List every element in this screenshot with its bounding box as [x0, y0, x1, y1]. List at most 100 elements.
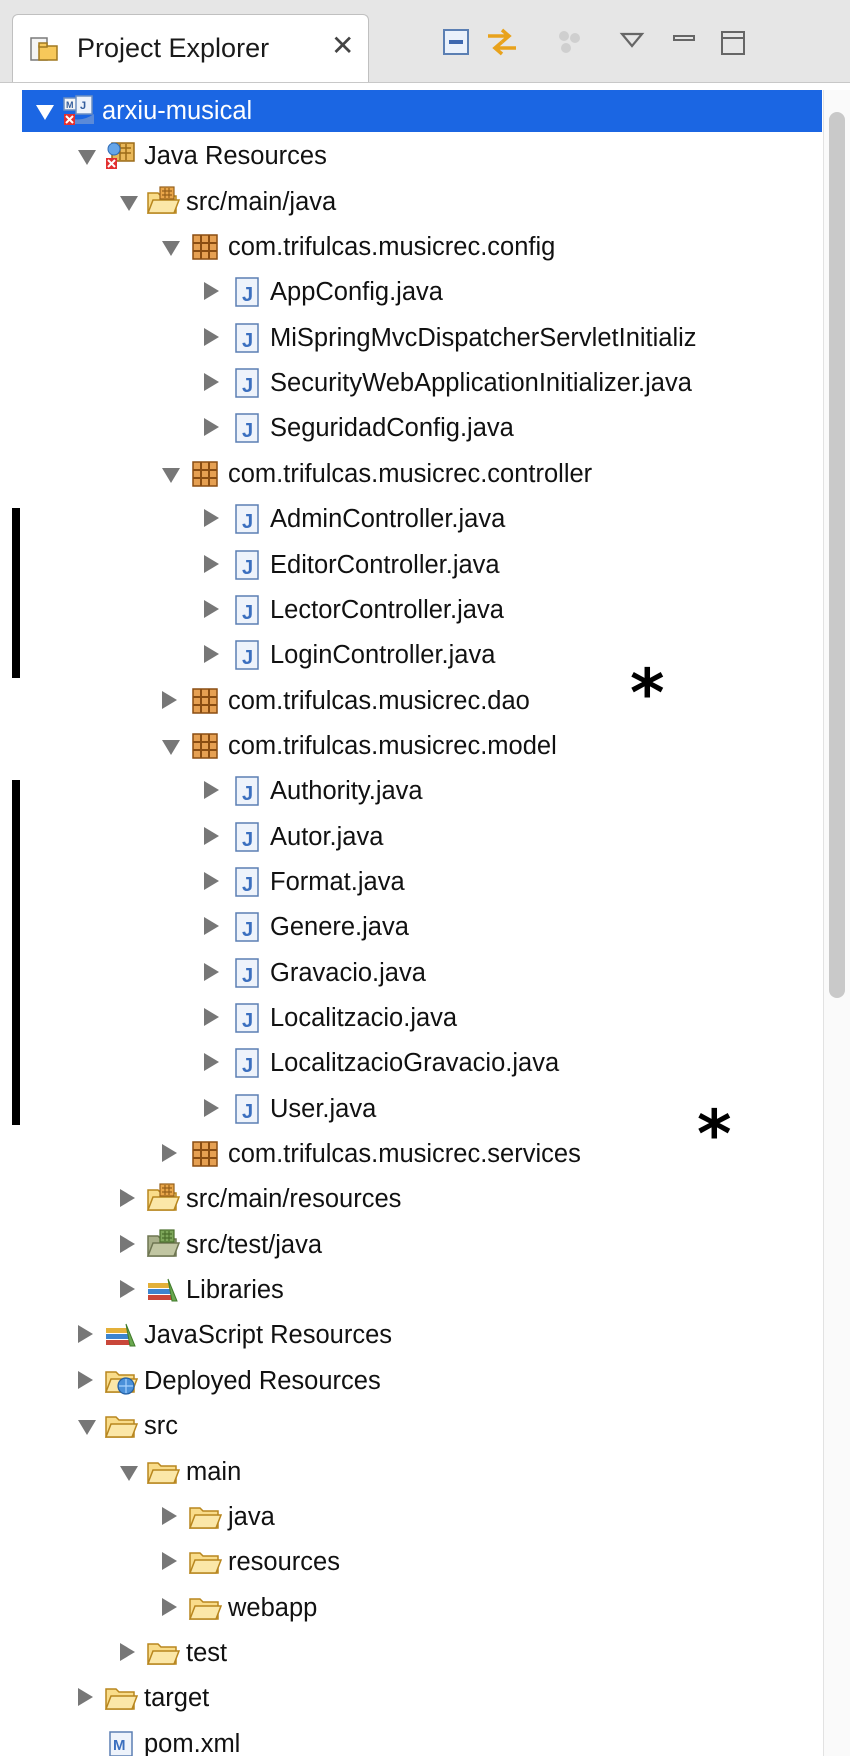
expanded-arrow-icon[interactable]: [162, 739, 180, 755]
java-file-icon: J: [230, 956, 264, 990]
expanded-arrow-icon[interactable]: [120, 195, 138, 211]
tree-item-label: test: [186, 1638, 228, 1667]
collapsed-arrow-icon[interactable]: [120, 1642, 135, 1661]
collapsed-arrow-icon[interactable]: [204, 418, 219, 437]
collapsed-arrow-icon[interactable]: [204, 962, 219, 981]
tree-item[interactable]: com.trifulcas.musicrec.model: [22, 725, 822, 767]
tree-item[interactable]: JavaScript Resources: [22, 1314, 822, 1356]
tree-item[interactable]: J LectorController.java: [22, 589, 822, 631]
tree-item[interactable]: J MiSpringMvcDispatcherServletInitializ: [22, 317, 822, 359]
expanded-arrow-icon[interactable]: [78, 150, 96, 166]
expanded-arrow-icon[interactable]: [36, 105, 54, 120]
collapsed-arrow-icon[interactable]: [162, 1597, 177, 1616]
collapsed-arrow-icon[interactable]: [204, 826, 219, 845]
tree-item[interactable]: Mpom.xml: [22, 1723, 822, 1756]
collapsed-arrow-icon[interactable]: [204, 917, 219, 936]
project-explorer-icon: [29, 35, 59, 65]
tree-item[interactable]: src/main/resources: [22, 1178, 822, 1220]
tree-item[interactable]: J AppConfig.java: [22, 271, 822, 313]
tree-item[interactable]: J AdminController.java: [22, 498, 822, 540]
tree-item[interactable]: webapp: [22, 1587, 822, 1629]
tree-item-label: com.trifulcas.musicrec.config: [228, 233, 556, 262]
collapsed-arrow-icon[interactable]: [204, 781, 219, 800]
tree-item[interactable]: src/test/java: [22, 1224, 822, 1266]
collapsed-arrow-icon[interactable]: [162, 690, 177, 709]
tree-item[interactable]: J LocalitzacioGravacio.java: [22, 1042, 822, 1084]
collapsed-arrow-icon[interactable]: [120, 1280, 135, 1299]
collapsed-arrow-icon[interactable]: [204, 554, 219, 573]
tree-item[interactable]: com.trifulcas.musicrec.config: [22, 226, 822, 268]
project-tree[interactable]: M Jarxiu-musical Java Resources src/main/ja…: [0, 90, 825, 1756]
tree-item[interactable]: src/main/java: [22, 181, 822, 223]
collapsed-arrow-icon[interactable]: [204, 373, 219, 392]
collapsed-arrow-icon[interactable]: [204, 327, 219, 346]
close-icon[interactable]: ✕: [331, 31, 354, 61]
collapsed-arrow-icon[interactable]: [162, 1144, 177, 1163]
collapsed-arrow-icon[interactable]: [204, 599, 219, 618]
java-file-icon: J: [230, 820, 264, 854]
expanded-arrow-icon[interactable]: [162, 241, 180, 257]
collapsed-arrow-icon[interactable]: [204, 1008, 219, 1026]
collapsed-arrow-icon[interactable]: [120, 1189, 135, 1208]
collapsed-arrow-icon[interactable]: [78, 1325, 93, 1344]
expanded-arrow-icon[interactable]: [162, 467, 180, 483]
expanded-arrow-icon[interactable]: [78, 1420, 96, 1436]
tree-item-label: LectorController.java: [270, 595, 504, 624]
collapsed-arrow-icon[interactable]: [204, 1053, 219, 1072]
tree-item[interactable]: test: [22, 1632, 822, 1674]
tree-item-label: java: [228, 1502, 275, 1531]
tree-item[interactable]: com.trifulcas.musicrec.controller: [22, 453, 822, 495]
collapsed-arrow-icon[interactable]: [162, 1506, 177, 1525]
source-folder-icon: [146, 1182, 180, 1216]
tree-item[interactable]: src: [22, 1405, 822, 1447]
collapsed-arrow-icon[interactable]: [204, 1098, 219, 1117]
expanded-arrow-icon[interactable]: [120, 1465, 138, 1481]
tree-item-label: target: [144, 1684, 210, 1713]
tree-item[interactable]: J Localitzacio.java: [22, 997, 822, 1039]
tree-item[interactable]: J LoginController.java: [22, 634, 822, 676]
tree-item[interactable]: J Authority.java: [22, 770, 822, 812]
tree-item[interactable]: J Autor.java: [22, 816, 822, 858]
tree-item[interactable]: J Gravacio.java: [22, 952, 822, 994]
svg-text:J: J: [242, 1055, 253, 1077]
tree-item[interactable]: J SeguridadConfig.java: [22, 407, 822, 449]
collapsed-arrow-icon[interactable]: [120, 1234, 135, 1253]
svg-text:J: J: [242, 647, 253, 669]
collapse-all-icon[interactable]: [438, 24, 474, 60]
link-with-editor-icon[interactable]: [484, 24, 520, 60]
scrollbar-thumb[interactable]: [829, 112, 845, 998]
collapsed-arrow-icon[interactable]: [204, 645, 219, 664]
minimize-icon[interactable]: [666, 24, 702, 60]
collapsed-arrow-icon[interactable]: [162, 1552, 177, 1571]
tree-item[interactable]: J SecurityWebApplicationInitializer.java: [22, 362, 822, 404]
collapsed-arrow-icon[interactable]: [204, 282, 219, 301]
java-file-icon: J: [230, 638, 264, 672]
tree-item[interactable]: Java Resources: [22, 135, 822, 177]
svg-text:J: J: [80, 100, 86, 112]
package-icon: [188, 457, 222, 491]
collapsed-arrow-icon[interactable]: [78, 1370, 93, 1389]
maximize-icon[interactable]: [714, 24, 750, 60]
focus-icon[interactable]: [552, 24, 588, 60]
tree-item-label: SecurityWebApplicationInitializer.java: [270, 369, 692, 398]
tree-item[interactable]: Libraries: [22, 1269, 822, 1311]
tree-item-label: SeguridadConfig.java: [270, 414, 514, 443]
maven-file-icon: M: [104, 1727, 138, 1756]
tree-item[interactable]: J Format.java: [22, 861, 822, 903]
tree-item[interactable]: Deployed Resources: [22, 1360, 822, 1402]
tab-project-explorer[interactable]: Project Explorer ✕: [12, 14, 369, 82]
tree-item[interactable]: com.trifulcas.musicrec.dao: [22, 680, 822, 722]
collapsed-arrow-icon[interactable]: [204, 871, 219, 890]
tree-item[interactable]: java: [22, 1496, 822, 1538]
tree-item[interactable]: J Genere.java: [22, 906, 822, 948]
collapsed-arrow-icon[interactable]: [78, 1688, 93, 1707]
tree-item[interactable]: target: [22, 1677, 822, 1719]
vertical-scrollbar[interactable]: [823, 90, 850, 1756]
view-menu-icon[interactable]: [614, 24, 650, 60]
tree-item[interactable]: M Jarxiu-musical: [22, 90, 822, 132]
collapsed-arrow-icon[interactable]: [204, 509, 219, 528]
tree-item[interactable]: resources: [22, 1541, 822, 1583]
tree-item[interactable]: J EditorController.java: [22, 544, 822, 586]
java-file-icon: J: [230, 548, 264, 582]
tree-item[interactable]: main: [22, 1451, 822, 1493]
